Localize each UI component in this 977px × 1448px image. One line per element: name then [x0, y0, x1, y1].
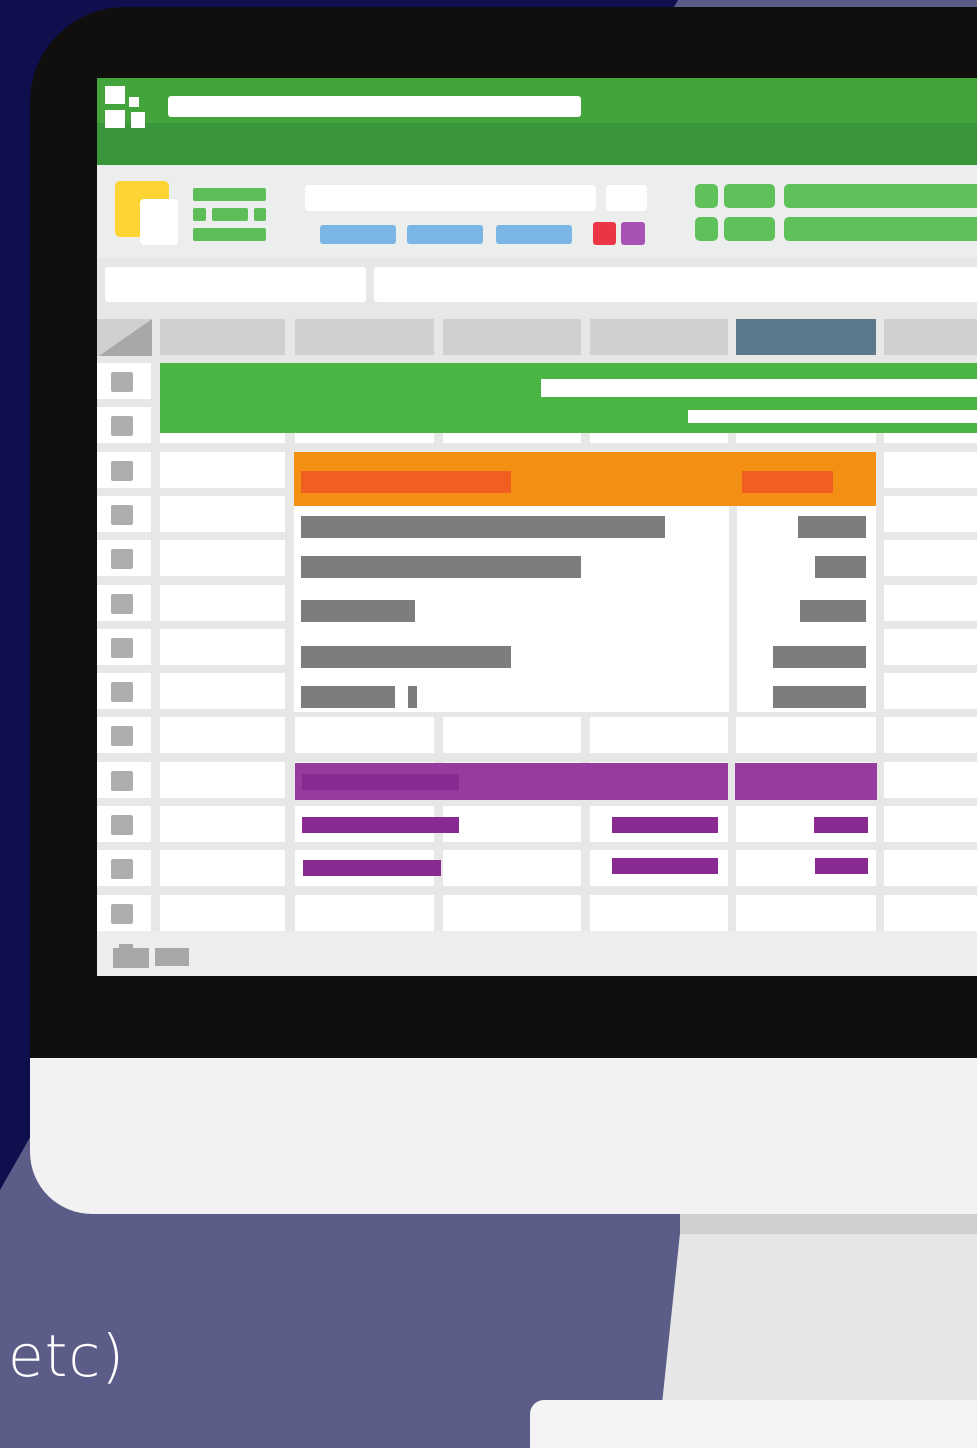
caption-text: etc) [8, 1322, 125, 1390]
purple-value-bar [814, 817, 868, 833]
text-bar [301, 516, 665, 538]
value-bar [773, 686, 866, 708]
purple-text-bar [303, 860, 441, 876]
purple-text-bar [612, 817, 718, 833]
orange-header-bar [301, 471, 511, 493]
purple-header-bar [302, 774, 459, 790]
value-bar [773, 646, 866, 668]
text-bar [301, 686, 395, 708]
value-bar [815, 556, 866, 578]
sheet-content [97, 78, 977, 976]
text-bar [301, 646, 511, 668]
banner-line [688, 410, 977, 423]
text-bar [301, 556, 581, 578]
spreadsheet-window [97, 78, 977, 976]
table-divider [729, 506, 737, 712]
purple-text-bar [302, 817, 459, 833]
text-bar [408, 686, 417, 708]
purple-header [735, 763, 877, 800]
purple-value-bar [815, 858, 868, 874]
monitor-base [530, 1400, 977, 1448]
text-bar [301, 600, 415, 622]
monitor-chin [30, 1058, 977, 1214]
value-bar [798, 516, 866, 538]
value-bar [800, 600, 866, 622]
orange-header-bar [742, 471, 833, 493]
banner-line [541, 379, 977, 397]
purple-text-bar [612, 858, 718, 874]
